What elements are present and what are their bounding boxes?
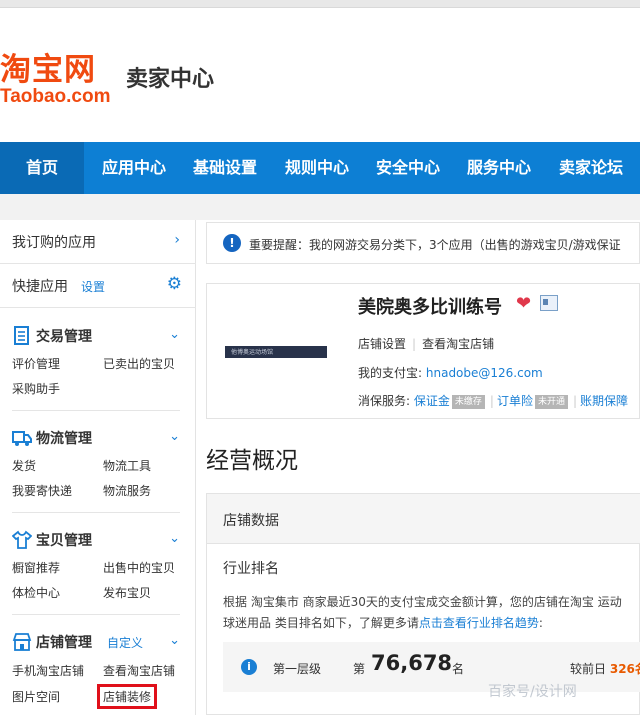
customize-link[interactable]: 自定义: [107, 634, 143, 651]
important-notice: ! 重要提醒：我的网游交易分类下，3个应用（出售的游戏宝贝/游戏保证: [206, 222, 640, 264]
nav-basic-settings[interactable]: 基础设置: [180, 142, 270, 194]
content-gap: [0, 194, 640, 220]
info-icon: !: [223, 234, 241, 252]
sidebar-link-mobile-shop[interactable]: 手机淘宝店铺: [12, 662, 84, 679]
shop-icon: [12, 633, 32, 651]
separator: |: [572, 394, 578, 408]
rank-description-line1: 根据 淘宝集市 商家最近30天的支付宝成交金额计算，您的店铺在淘宝 运动: [223, 595, 622, 609]
rank-compare: 较前日 326名: [570, 660, 640, 677]
compare-value: 326名: [609, 662, 640, 676]
page-title: 卖家中心: [126, 67, 215, 92]
info-icon: i: [241, 659, 257, 675]
sidebar-link-shop-decoration[interactable]: 店铺装修: [96, 684, 158, 709]
sidebar-link-logistics-tools[interactable]: 物流工具: [103, 457, 151, 474]
alipay-account[interactable]: hnadobe@126.com: [426, 366, 543, 380]
separator: |: [489, 394, 494, 408]
shop-name[interactable]: 美院奥多比训练号: [358, 293, 502, 319]
sidebar-link-checkup-center[interactable]: 体检中心: [12, 584, 60, 601]
logo-cn-text: 淘宝网: [0, 52, 96, 88]
industry-rank-title: 行业排名: [223, 561, 279, 577]
heart-icon: ❤: [516, 293, 532, 314]
sidebar-link-purchase-assistant[interactable]: 采购助手: [12, 380, 60, 397]
rank-description-colon: :: [538, 616, 543, 630]
rank-description: 根据 淘宝集市 商家最近30天的支付宝成交金额计算，您的店铺在淘宝 运动 球迷用…: [223, 592, 640, 634]
deposit-link[interactable]: 保证金: [414, 394, 450, 408]
divider: [12, 410, 180, 411]
nav-service-center[interactable]: 服务中心: [454, 142, 544, 194]
id-card-icon[interactable]: [540, 295, 558, 311]
notice-text[interactable]: 重要提醒：我的网游交易分类下，3个应用（出售的游戏宝贝/游戏保证: [249, 236, 621, 253]
sidebar-link-view-shop[interactable]: 查看淘宝店铺: [103, 662, 175, 679]
chevron-down-icon[interactable]: ⌄: [169, 429, 180, 444]
chevron-down-icon[interactable]: ⌄: [169, 531, 180, 546]
sidebar-link-publish-item[interactable]: 发布宝贝: [103, 584, 151, 601]
rank-description-line2: 球迷用品 类目排名如下，了解更多请点击查看行业排名趋势:: [223, 613, 640, 634]
taobao-logo[interactable]: 淘宝网 Taobao.com: [0, 52, 111, 108]
rank-description-text: 球迷用品 类目排名如下，了解更多请: [223, 616, 419, 630]
nav-home[interactable]: 首页: [0, 142, 84, 194]
nav-seller-forum[interactable]: 卖家论坛: [546, 142, 636, 194]
shop-thumbnail[interactable]: 他博奥运动场馆: [225, 346, 327, 358]
shop-links: 店铺设置 | 查看淘宝店铺: [358, 335, 494, 352]
sidebar: 我订购的应用 › 快捷应用 设置 ⚙ 交易管理 ⌄ 评价管理 已卖出的宝贝 采购…: [0, 220, 196, 715]
separator: |: [412, 337, 417, 351]
alipay-row: 我的支付宝: hnadobe@126.com: [358, 364, 543, 381]
payment-guarantee-link[interactable]: 账期保障: [580, 394, 628, 408]
truck-icon: [12, 431, 32, 446]
panel-header: 店铺数据: [207, 494, 640, 544]
sidebar-link-image-space[interactable]: 图片空间: [12, 688, 60, 705]
nav-app-center[interactable]: 应用中心: [90, 142, 178, 194]
insurance-label: 消保服务:: [358, 394, 411, 408]
overview-title: 经营概况: [206, 448, 298, 474]
chevron-down-icon[interactable]: ⌄: [169, 633, 180, 648]
order-insurance-status-badge: 未开通: [534, 395, 568, 409]
gear-icon[interactable]: ⚙: [167, 274, 182, 294]
sidebar-link-send-express[interactable]: 我要寄快递: [12, 482, 72, 499]
chevron-right-icon: ›: [174, 232, 180, 248]
divider: [12, 614, 180, 615]
sidebar-link-ship[interactable]: 发货: [12, 457, 36, 474]
alipay-label: 我的支付宝:: [358, 366, 423, 380]
sidebar-link-items-on-sale[interactable]: 出售中的宝贝: [103, 559, 175, 576]
shirt-icon: [12, 530, 32, 549]
sidebar-link-review[interactable]: 评价管理: [12, 355, 60, 372]
sidebar-link-logistics-service[interactable]: 物流服务: [103, 482, 151, 499]
rank-tier-row: i 第一层级 第 76,678 名 较前日 326名: [223, 642, 640, 692]
rank-prefix: 第: [353, 662, 366, 676]
logo-en-text: Taobao.com: [0, 86, 111, 107]
subscribed-apps-label: 我订购的应用: [12, 235, 96, 251]
rank-suffix: 名: [452, 662, 465, 676]
compare-label: 较前日: [570, 662, 607, 676]
main-nav: 首页 应用中心 基础设置 规则中心 安全中心 服务中心 卖家论坛: [0, 142, 640, 194]
shop-card: 他博奥运动场馆 美院奥多比训练号 ❤ 店铺设置 | 查看淘宝店铺 我的支付宝: hn…: [206, 283, 640, 419]
shop-thumbnail-text: 他博奥运动场馆: [231, 349, 274, 356]
section-trade-title: 交易管理: [36, 329, 92, 345]
insurance-row: 消保服务: 保证金 未缴存 | 订单险 未开通 | 账期保障: [358, 392, 628, 409]
header: 淘宝网 Taobao.com 卖家中心: [0, 8, 640, 142]
order-insurance-link[interactable]: 订单险: [497, 394, 533, 408]
nav-security-center[interactable]: 安全中心: [363, 142, 453, 194]
sidebar-link-window-recommend[interactable]: 橱窗推荐: [12, 559, 60, 576]
tier-label: 第一层级: [273, 662, 322, 676]
quick-apps-settings-link[interactable]: 设置: [81, 278, 105, 295]
rank-trend-link[interactable]: 点击查看行业排名趋势: [419, 616, 539, 630]
quick-apps-label: 快捷应用: [12, 279, 68, 295]
document-icon: [14, 326, 29, 345]
section-items-title: 宝贝管理: [36, 533, 92, 549]
browser-top-bar: [0, 0, 640, 8]
deposit-status-badge: 未缴存: [451, 395, 485, 409]
view-taobao-shop-link[interactable]: 查看淘宝店铺: [422, 337, 494, 351]
nav-rules-center[interactable]: 规则中心: [272, 142, 362, 194]
section-logistics-title: 物流管理: [36, 431, 92, 447]
divider: [12, 512, 180, 513]
rank-number: 76,678: [371, 651, 453, 675]
chevron-down-icon[interactable]: ⌄: [169, 327, 180, 342]
section-shop-title: 店铺管理: [36, 635, 92, 651]
sidebar-quick-apps: 快捷应用 设置 ⚙: [0, 264, 196, 308]
shop-settings-link[interactable]: 店铺设置: [358, 337, 406, 351]
watermark: 百家号/设计网: [488, 684, 577, 700]
sidebar-link-sold-items[interactable]: 已卖出的宝贝: [103, 355, 175, 372]
panel-title: 店铺数据: [223, 513, 279, 529]
sidebar-subscribed-apps[interactable]: 我订购的应用 ›: [0, 220, 196, 264]
